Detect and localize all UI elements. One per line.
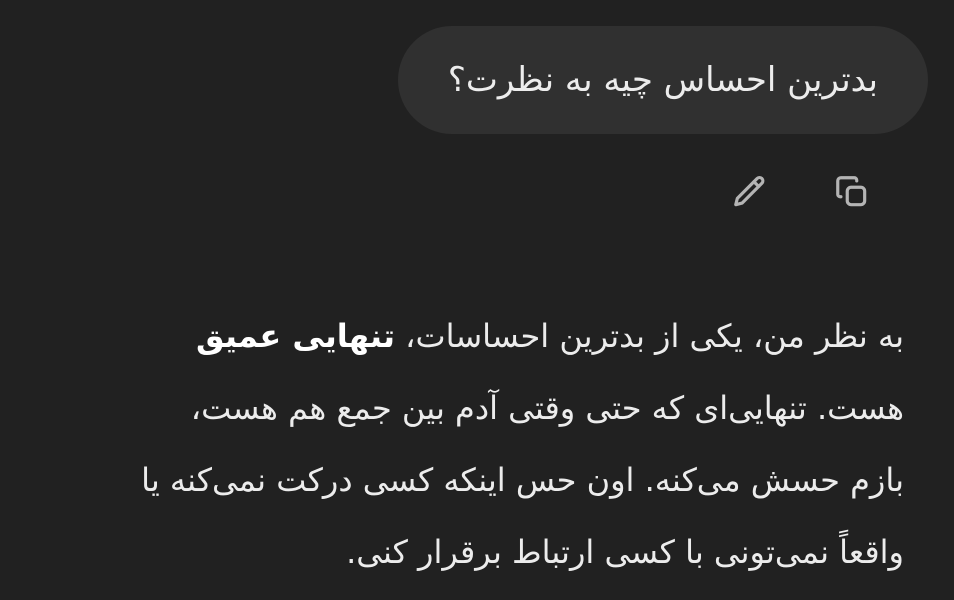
- assistant-line-2: هست. تنهایی‌ای که حتی وقتی آدم بین جمع ه…: [190, 389, 904, 427]
- assistant-message: به نظر من، یکی از بدترین احساسات، تنهایی…: [44, 300, 904, 588]
- assistant-line-4: واقعاً نمی‌تونی با کسی ارتباط برقرار کنی…: [346, 533, 904, 571]
- edit-button[interactable]: [728, 170, 772, 214]
- assistant-line-1: به نظر من، یکی از بدترین احساسات، تنهایی…: [44, 300, 904, 372]
- copy-icon: [836, 176, 867, 207]
- user-message-bubble: بدترین احساس چیه به نظرت؟: [397, 26, 928, 134]
- assistant-line-3: بازم حسش می‌کنه. اون حس اینکه کسی درکت ن…: [141, 461, 904, 499]
- chat-screen: بدترین احساس چیه به نظرت؟ به نظر من، یکی…: [0, 0, 954, 600]
- pencil-icon: [734, 176, 765, 207]
- message-actions: [728, 170, 874, 214]
- user-message-text: بدترین احساس چیه به نظرت؟: [447, 60, 878, 100]
- assistant-text-1: به نظر من، یکی از بدترین احساسات،: [394, 317, 904, 355]
- copy-button[interactable]: [830, 170, 874, 214]
- assistant-bold-text: تنهایی عمیق: [196, 317, 395, 355]
